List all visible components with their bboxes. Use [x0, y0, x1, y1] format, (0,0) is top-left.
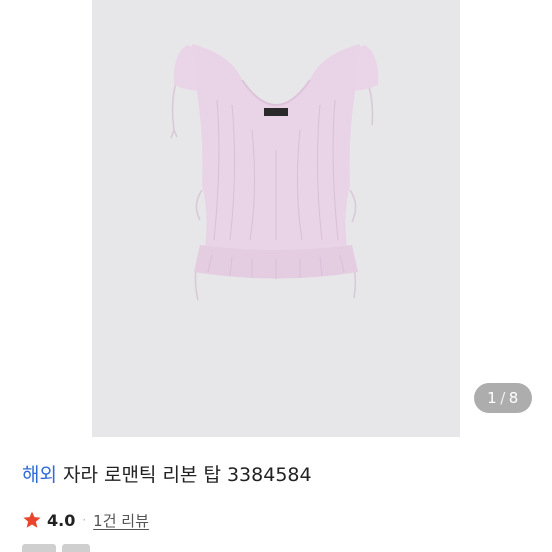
review-count-link[interactable]: 1건 리뷰 [93, 510, 149, 531]
page-separator: / [500, 389, 506, 407]
partial-text-placeholder [22, 544, 56, 552]
star-icon [23, 511, 41, 528]
page-current: 1 [487, 389, 498, 407]
page-total: 8 [508, 389, 519, 407]
product-photo[interactable] [92, 0, 460, 437]
product-title-row: 해외 자라 로맨틱 리본 탑 3384584 [22, 462, 536, 488]
image-page-counter: 1 / 8 [474, 383, 532, 413]
rating-separator: · [82, 513, 87, 527]
product-title: 자라 로맨틱 리본 탑 3384584 [62, 464, 312, 486]
product-image-gallery[interactable]: 1 / 8 [0, 0, 552, 437]
product-image [170, 44, 379, 301]
partial-text-placeholder [62, 544, 90, 552]
rating-row: 4.0 · 1건 리뷰 [22, 508, 149, 532]
next-row-partial [22, 543, 112, 552]
product-info: 해외 자라 로맨틱 리본 탑 3384584 [22, 462, 536, 488]
rating-value: 4.0 [47, 510, 76, 530]
origin-tag: 해외 [22, 464, 57, 486]
